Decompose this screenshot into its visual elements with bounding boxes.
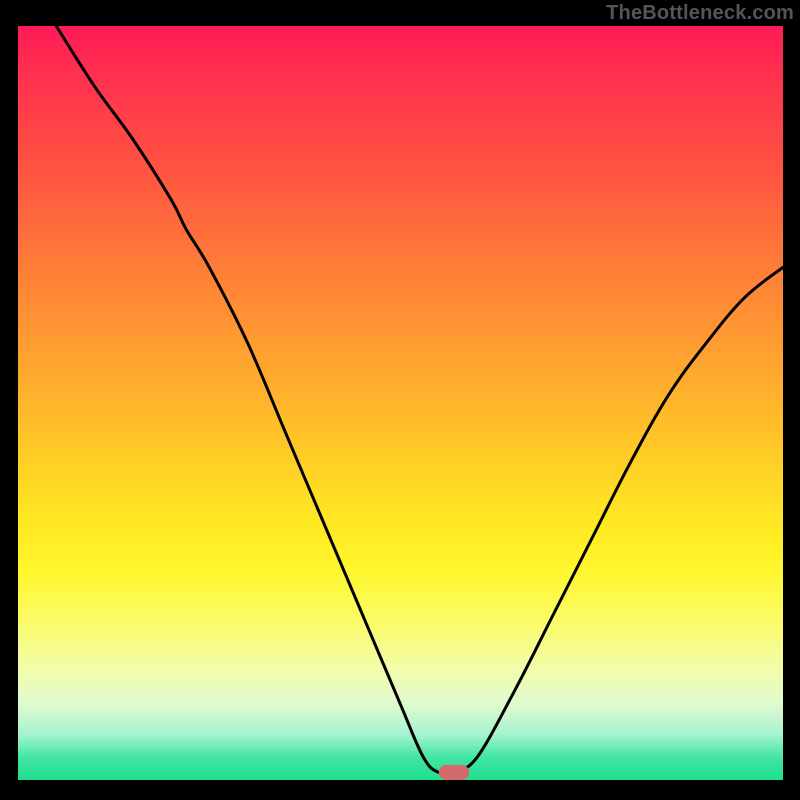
chart-svg bbox=[18, 26, 783, 780]
plot-area bbox=[18, 26, 783, 780]
minimum-marker bbox=[439, 765, 470, 780]
right-curve bbox=[454, 267, 783, 772]
chart-container: TheBottleneck.com bbox=[0, 0, 800, 800]
watermark-text: TheBottleneck.com bbox=[606, 2, 794, 25]
left-curve bbox=[56, 26, 454, 774]
